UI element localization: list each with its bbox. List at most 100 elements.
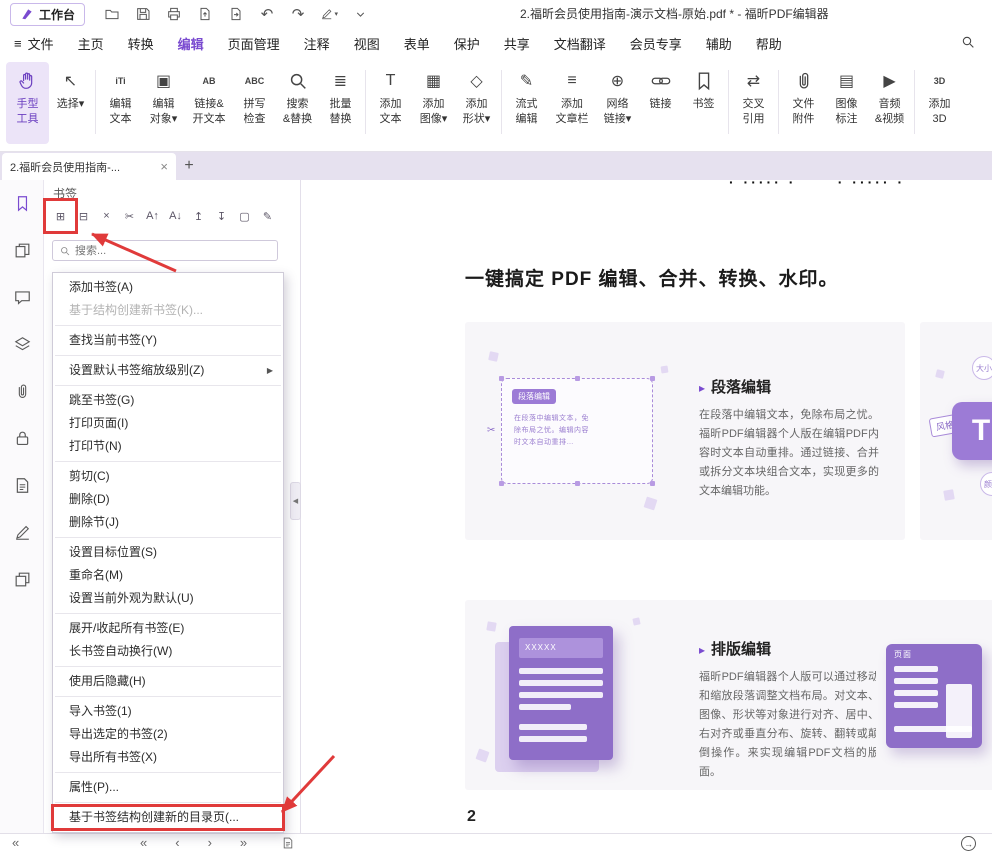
menu-item-goto-bookmark[interactable]: 跳至书签(G) [53,389,283,412]
menu-edit[interactable]: 编辑 [178,34,204,53]
menu-convert[interactable]: 转换 [128,34,154,53]
menu-item-print-section[interactable]: 打印节(N) [53,435,283,458]
sidebar-item-layers[interactable] [0,321,44,368]
ribbon-tool-web-link[interactable]: ⊕ 网络链接▾ [596,62,639,144]
convert-button[interactable] [227,5,245,23]
customize-toolbar-button[interactable] [351,5,369,23]
menu-item-hide-after-use[interactable]: 使用后隐藏(H) [53,670,283,693]
menu-item-properties[interactable]: 属性(P)... [53,776,283,799]
ribbon-tool-add-article[interactable]: ≡ 添加文章栏 [548,62,596,144]
cut-bookmark-icon[interactable]: ✂ [119,205,140,227]
menu-page-management[interactable]: 页面管理 [228,34,280,53]
sidebar-item-pages[interactable] [0,227,44,274]
add-child-bookmark-icon[interactable]: ⊟ [73,205,94,227]
redo-button[interactable]: ↷ [289,5,307,23]
menu-item-export-selected[interactable]: 导出选定的书签(2) [53,723,283,746]
menu-item-export-all[interactable]: 导出所有书签(X) [53,746,283,769]
delete-bookmark-icon[interactable]: × [96,205,117,227]
sidebar-item-signatures[interactable] [0,509,44,556]
ribbon-tool-bookmark[interactable]: 书签 [682,62,725,144]
menu-item-wrap-long-bookmarks[interactable]: 长书签自动换行(W) [53,640,283,663]
ribbon-tool-link[interactable]: 链接 [639,62,682,144]
move-down-icon[interactable]: ↧ [211,205,232,227]
menu-item-expand-collapse-all[interactable]: 展开/收起所有书签(E) [53,617,283,640]
collapse-panel-icon[interactable]: « [12,835,19,850]
menu-item-rename[interactable]: 重命名(M) [53,564,283,587]
menu-protect[interactable]: 保护 [454,34,480,53]
panel-collapse-handle[interactable]: ◀ [290,482,301,520]
menu-item-delete[interactable]: 删除(D) [53,488,283,511]
export-page-icon[interactable]: ▢ [234,205,255,227]
sidebar-item-security[interactable] [0,415,44,462]
print-button[interactable] [165,5,183,23]
new-tab-button[interactable]: + [176,153,202,180]
sidebar-item-snapshot[interactable] [0,556,44,603]
ribbon-tool-add-text[interactable]: T 添加文本 [369,62,412,144]
document-tab[interactable]: 2.福昕会员使用指南-... × [2,153,176,180]
menu-item-add-bookmark[interactable]: 添加书签(A) [53,276,283,299]
menu-item-create-toc-from-bookmarks[interactable]: 基于书签结构创建新的目录页(... [53,806,283,829]
menu-share[interactable]: 共享 [504,34,530,53]
new-bookmark-icon[interactable]: ⊞ [50,205,71,227]
last-page-button[interactable]: » [240,835,247,850]
ribbon-tool-flow-edit[interactable]: ✎ 流式编辑 [505,62,548,144]
workspace-button[interactable]: 工作台 [10,3,85,26]
menu-item-delete-section[interactable]: 删除节(J) [53,511,283,534]
ribbon-tool-edit-object[interactable]: ▣ 编辑对象▾ [142,62,185,144]
ribbon-tool-add-shape[interactable]: ◇ 添加形状▾ [455,62,498,144]
menu-doc-translate[interactable]: 文档翻译 [554,34,606,53]
open-file-button[interactable] [103,5,121,23]
sidebar-item-attachments[interactable] [0,368,44,415]
reader-mode-icon[interactable]: → [961,836,976,851]
ribbon-tool-spell-check[interactable]: ABC 拼写检查 [233,62,276,144]
menu-view[interactable]: 视图 [354,34,380,53]
menu-search-button[interactable] [960,34,978,52]
ribbon-tool-select[interactable]: ↖ 选择▾ [49,62,92,144]
tab-close-icon[interactable]: × [160,159,168,174]
ribbon-tool-add-image[interactable]: ▦ 添加图像▾ [412,62,455,144]
quick-access-toolbar: ↶ ↷ ▾ [103,5,369,23]
ribbon-tool-edit-text[interactable]: iTi 编辑文本 [99,62,142,144]
ribbon-tool-search-replace[interactable]: 搜索&替换 [276,62,319,144]
sidebar-item-bookmarks[interactable] [0,180,44,227]
bookmark-search-input[interactable] [75,245,271,257]
sort-down-icon[interactable]: A↓ [165,205,186,227]
menu-file[interactable]: ≡ 文件 [14,34,54,53]
sidebar-item-articles[interactable] [0,462,44,509]
menu-item-print-pages[interactable]: 打印页面(I) [53,412,283,435]
menu-accessibility[interactable]: 辅助 [706,34,732,53]
ribbon-tool-hand[interactable]: 手型工具 [6,62,49,144]
ribbon-tool-batch-replace[interactable]: ≣ 批量替换 [319,62,362,144]
bookmark-settings-icon[interactable]: ✎ [257,205,278,227]
sort-up-icon[interactable]: A↑ [142,205,163,227]
next-page-button[interactable]: › [208,835,212,850]
menu-item-default-zoom-level[interactable]: 设置默认书签缩放级别(Z) ▶ [53,359,283,382]
undo-button[interactable]: ↶ [258,5,276,23]
ribbon-tool-cross-reference[interactable]: ⇄ 交叉引用 [732,62,775,144]
export-button[interactable] [196,5,214,23]
menu-comment[interactable]: 注释 [304,34,330,53]
sidebar-item-comments[interactable] [0,274,44,321]
previous-page-button[interactable]: ‹ [175,835,179,850]
page-thumbnail-icon[interactable] [281,836,295,850]
menu-home[interactable]: 主页 [78,34,104,53]
save-button[interactable] [134,5,152,23]
menu-form[interactable]: 表单 [404,34,430,53]
menu-help[interactable]: 帮助 [756,34,782,53]
first-page-button[interactable]: « [140,835,147,850]
pen-tools-button[interactable]: ▾ [320,5,338,23]
menu-item-import-bookmarks[interactable]: 导入书签(1) [53,700,283,723]
menu-separator [55,355,281,356]
menu-member-exclusive[interactable]: 会员专享 [630,34,682,53]
ribbon-tool-image-annotation[interactable]: ▤ 图像标注 [825,62,868,144]
menu-item-set-default-appearance[interactable]: 设置当前外观为默认(U) [53,587,283,610]
menu-item-find-current-bookmark[interactable]: 查找当前书签(Y) [53,329,283,352]
ribbon-tool-file-attachment[interactable]: 文件附件 [782,62,825,144]
ribbon-tool-add-3d[interactable]: 3D 添加3D [918,62,961,144]
menu-item-set-destination[interactable]: 设置目标位置(S) [53,541,283,564]
ribbon-tool-link-join-text[interactable]: AB 链接&开文本 [185,62,233,144]
move-up-icon[interactable]: ↥ [188,205,209,227]
ribbon-tool-audio-video[interactable]: ▶ 音频&视频 [868,62,911,144]
menu-item-cut[interactable]: 剪切(C) [53,465,283,488]
document-area[interactable]: · ····· · · ····· · 一键搞定 PDF 编辑、合并、转换、水印… [301,180,992,833]
